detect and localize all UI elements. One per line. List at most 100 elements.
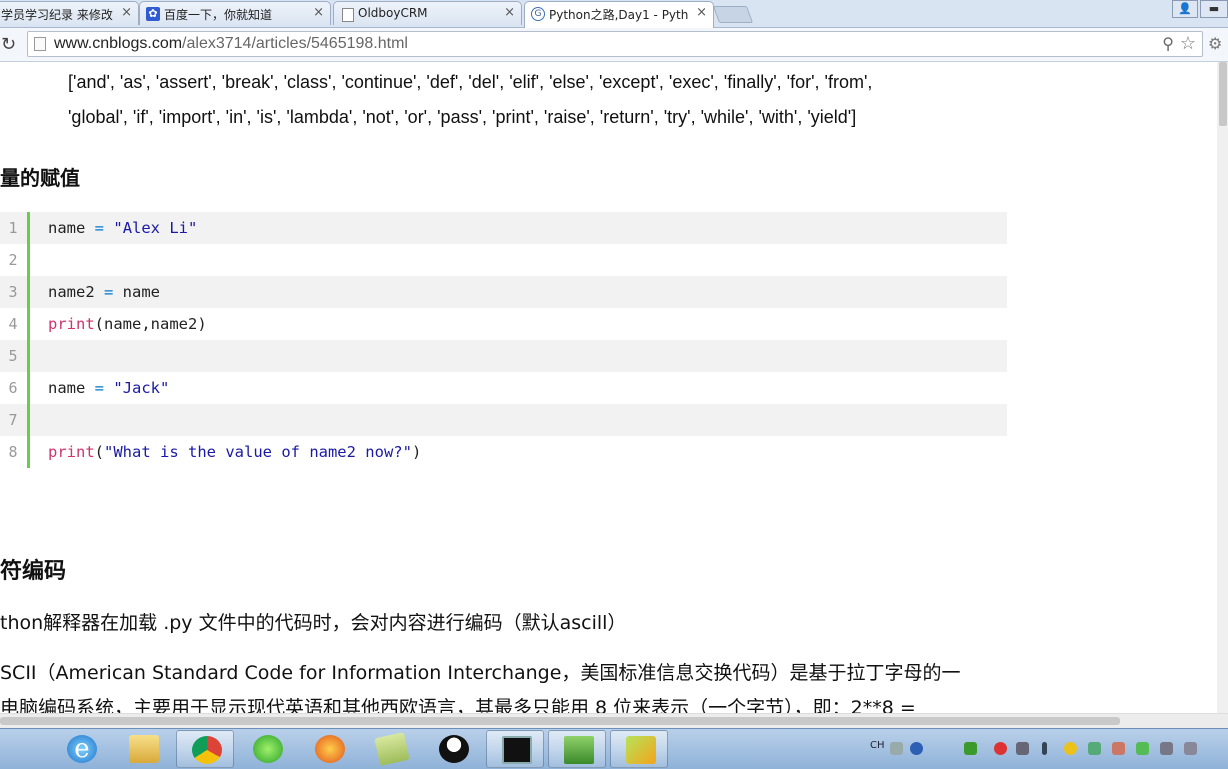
code-line: 7 — [0, 404, 1007, 436]
heading-variable-assignment: 量的赋值 — [0, 166, 80, 190]
code-token: print — [48, 443, 95, 461]
code-token: print — [48, 315, 95, 333]
line-number: 8 — [8, 443, 18, 461]
code-token: (name,name2) — [94, 315, 207, 333]
code-line: 8 print("What is the value of name2 now?… — [0, 436, 1007, 468]
address-bar[interactable]: www.cnblogs.com/alex3714/articles/546519… — [27, 31, 1203, 57]
scroll-thumb[interactable] — [0, 717, 1120, 725]
window-icon[interactable] — [1016, 742, 1029, 755]
code-token: name — [113, 283, 161, 301]
explorer-icon[interactable] — [114, 730, 172, 768]
line-number: 7 — [8, 411, 18, 429]
tab-title: OldboyCRM — [358, 6, 428, 20]
close-icon[interactable]: × — [696, 5, 707, 20]
pycharm-icon[interactable] — [610, 730, 668, 768]
360-browser-icon[interactable] — [238, 730, 296, 768]
code-token: = — [104, 283, 114, 301]
reload-icon[interactable]: ↻ — [1, 34, 16, 55]
network-icon[interactable] — [1088, 742, 1101, 755]
page-icon — [34, 37, 46, 51]
ie-icon[interactable]: e — [52, 730, 110, 768]
notepad-icon[interactable] — [362, 730, 420, 768]
url-path: /alex3714/articles/5465198.html — [182, 35, 408, 52]
zoom-icon[interactable]: ⚲ — [1162, 34, 1174, 53]
paragraph-ascii-2: 电脑编码系统，主要用于显示现代英语和其他西欧语言，其最多只能用 8 位来表示（一… — [0, 697, 916, 713]
line-number: 2 — [8, 251, 18, 269]
paragraph-ascii-1: SCII（American Standard Code for Informat… — [0, 662, 961, 684]
tab-baidu[interactable]: ✿ 百度一下，你就知道 × — [139, 1, 331, 25]
tab-title: 百度一下，你就知道 — [164, 8, 273, 22]
cmd-icon[interactable] — [486, 730, 544, 768]
code-token: name2 — [48, 283, 104, 301]
speaker-icon[interactable] — [1184, 742, 1197, 755]
code-token: "Alex Li" — [113, 219, 198, 237]
tab-student-records[interactable]: 学员学习纪录 来修改 × — [0, 1, 139, 25]
extension-icon[interactable]: ⚙ — [1208, 34, 1222, 53]
tab-title: Python之路,Day1 - Pytho — [549, 8, 689, 22]
tab-oldboycrm[interactable]: OldboyCRM × — [333, 1, 522, 25]
code-gutter-bar — [27, 212, 30, 468]
paragraph-encoding-intro: thon解释器在加载 .py 文件中的代码时，会对内容进行编码（默认ascill… — [0, 612, 627, 634]
plus-icon[interactable] — [1064, 742, 1077, 755]
vertical-scrollbar[interactable] — [1217, 62, 1228, 713]
code-token: name — [48, 219, 95, 237]
firefox-icon[interactable] — [300, 730, 358, 768]
tab-strip: 学员学习纪录 来修改 × ✿ 百度一下，你就知道 × OldboyCRM × G… — [0, 0, 1228, 28]
help-icon[interactable] — [910, 742, 923, 755]
line-number: 5 — [8, 347, 18, 365]
shield-icon[interactable] — [1136, 742, 1149, 755]
battery-icon[interactable] — [964, 742, 977, 755]
toolbar: ↻ www.cnblogs.com/alex3714/articles/5465… — [0, 28, 1228, 62]
tab-title: 学员学习纪录 来修改 — [1, 8, 113, 22]
code-text: name = "Alex Li" — [48, 219, 197, 237]
code-token: "What is the value of name2 now?" — [104, 443, 412, 461]
code-text: name2 = name — [48, 283, 160, 301]
code-line: 5 — [0, 340, 1007, 372]
code-text: name = "Jack" — [48, 379, 169, 397]
heading-character-encoding: 符编码 — [0, 559, 67, 584]
keyboard-icon[interactable] — [890, 742, 903, 755]
language-indicator[interactable]: CH — [870, 740, 885, 751]
code-token: "Jack" — [113, 379, 170, 397]
monitor-icon[interactable] — [1160, 742, 1173, 755]
line-number: 6 — [8, 379, 18, 397]
code-line: 3 name2 = name — [0, 276, 1007, 308]
chrome-icon[interactable] — [176, 730, 234, 768]
code-text: print(name,name2) — [48, 315, 207, 333]
article-content: ['and', 'as', 'assert', 'break', 'class'… — [0, 62, 1228, 713]
system-tray: CH — [864, 729, 1228, 769]
tab-python-day1[interactable]: G Python之路,Day1 - Pytho × — [524, 1, 714, 28]
code-block: 1 name = "Alex Li" 2 3 name2 = name 4 pr… — [0, 212, 1007, 468]
url-text[interactable]: www.cnblogs.com/alex3714/articles/546519… — [54, 35, 408, 53]
code-token: ) — [411, 443, 422, 461]
qq-icon[interactable] — [424, 730, 482, 768]
keywords-line-2: 'global', 'if', 'import', 'in', 'is', 'l… — [68, 107, 857, 127]
code-token: = — [94, 219, 105, 237]
line-number: 1 — [8, 219, 18, 237]
minimize-button[interactable]: ▬ — [1200, 0, 1228, 18]
close-icon[interactable]: × — [121, 5, 132, 20]
line-number: 3 — [8, 283, 18, 301]
close-icon[interactable]: × — [504, 5, 515, 20]
code-line: 4 print(name,name2) — [0, 308, 1007, 340]
taskbar: e CH — [0, 728, 1228, 769]
bookmark-star-icon[interactable]: ☆ — [1180, 33, 1196, 54]
editor-icon[interactable] — [548, 730, 606, 768]
code-line: 2 — [0, 244, 1007, 276]
user-icon[interactable]: 👤 — [1172, 0, 1198, 18]
keywords-line-1: ['and', 'as', 'assert', 'break', 'class'… — [68, 72, 873, 92]
pin-icon[interactable] — [1042, 742, 1047, 755]
horizontal-scrollbar[interactable] — [0, 713, 1228, 728]
record-icon[interactable] — [994, 742, 1007, 755]
users-icon[interactable] — [1112, 742, 1125, 755]
scroll-thumb[interactable] — [1219, 62, 1227, 126]
line-number: 4 — [8, 315, 18, 333]
url-host: www.cnblogs.com — [54, 35, 183, 52]
code-token: name — [48, 379, 95, 397]
document-icon — [342, 8, 354, 22]
new-tab-button[interactable] — [712, 6, 754, 23]
code-token: ( — [94, 443, 105, 461]
close-icon[interactable]: × — [313, 5, 324, 20]
